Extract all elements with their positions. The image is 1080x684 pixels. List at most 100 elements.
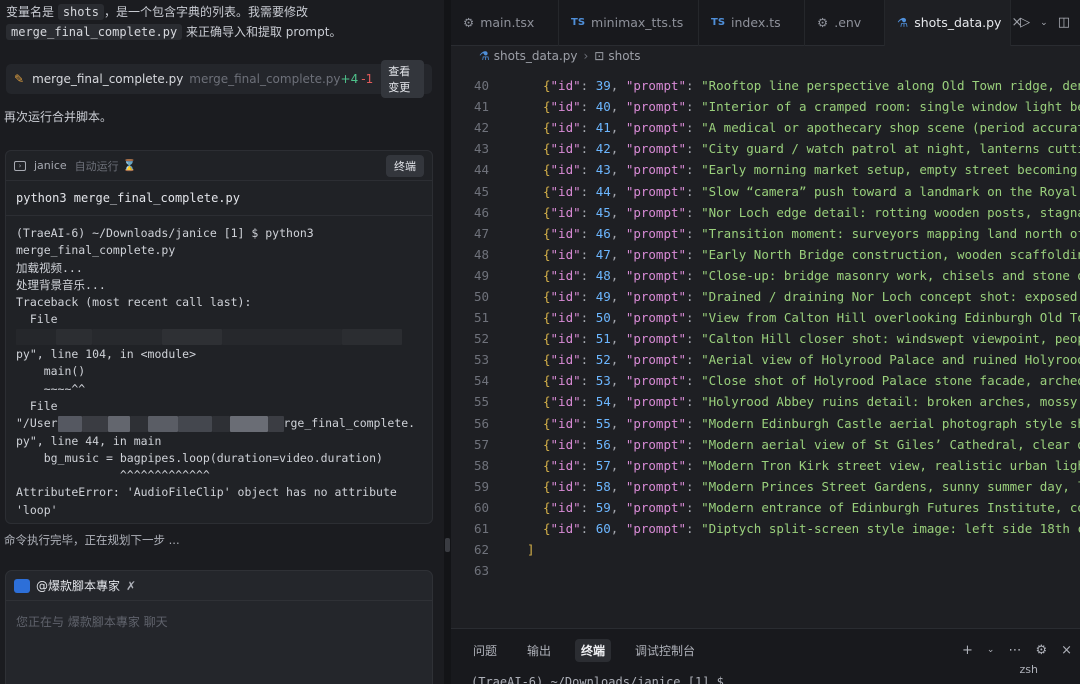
- more-icon[interactable]: ⋯: [1008, 643, 1021, 658]
- file-change-card[interactable]: ✎ merge_final_complete.py merge_final_co…: [6, 60, 432, 98]
- line-content: {"id": 52, "prompt": "Aerial view of Hol…: [543, 352, 1080, 367]
- code-line[interactable]: 61 {"id": 60, "prompt": "Diptych split-sc…: [451, 518, 1080, 539]
- chevron-down-icon[interactable]: ⌄: [1040, 18, 1048, 28]
- code-line[interactable]: 43 {"id": 42, "prompt": "City guard / wat…: [451, 138, 1080, 159]
- code-line[interactable]: 46 {"id": 45, "prompt": "Nor Loch edge de…: [451, 202, 1080, 223]
- line-content: {"id": 53, "prompt": "Close shot of Holy…: [543, 373, 1080, 388]
- key-id: "id": [550, 162, 581, 178]
- code-area[interactable]: 40 {"id": 39, "prompt": "Rooftop line per…: [451, 75, 1080, 575]
- key-id: "id": [550, 225, 581, 241]
- line-content: {"id": 57, "prompt": "Modern Tron Kirk s…: [543, 458, 1080, 473]
- line-number: 44: [473, 162, 489, 178]
- tab-shots-data[interactable]: ⚗ shots_data.py ×: [885, 0, 1022, 46]
- code-line[interactable]: 52 {"id": 51, "prompt": "Calton Hill clos…: [451, 328, 1080, 349]
- panel-actions: + ⌄ ⋯ ⚙ ×: [962, 629, 1072, 671]
- terminal-card-header: › janice 自动运行 ⌛ 终端: [6, 151, 432, 181]
- key-prompt: "prompt": [625, 162, 687, 178]
- prompt-value: "A medical or apothecary shop scene (per…: [701, 120, 1080, 136]
- open-terminal-button[interactable]: 终端: [386, 154, 424, 177]
- code-line[interactable]: 44 {"id": 43, "prompt": "Early morning ma…: [451, 159, 1080, 180]
- key-prompt: "prompt": [625, 352, 687, 368]
- line-number: 59: [473, 478, 489, 494]
- code-line[interactable]: 48 {"id": 47, "prompt": "Early North Brid…: [451, 244, 1080, 265]
- code-line[interactable]: 54 {"id": 53, "prompt": "Close shot of Ho…: [451, 370, 1080, 391]
- chat-composer[interactable]: @爆款腳本專家 ✗ 您正在与 爆款腳本專家 聊天: [5, 570, 433, 684]
- line-number: 61: [473, 521, 489, 537]
- line-content: {"id": 42, "prompt": "City guard / watch…: [543, 141, 1080, 156]
- chat-input[interactable]: 您正在与 爆款腳本專家 聊天: [6, 601, 432, 642]
- view-changes-button[interactable]: 查看变更: [381, 60, 424, 98]
- tools-icon[interactable]: ✗: [126, 579, 136, 593]
- chat-panel: 变量名是 shots ，是一个包含字典的列表。我需要修改 merge_final_…: [0, 0, 444, 684]
- code-line[interactable]: 51 {"id": 50, "prompt": "View from Calton…: [451, 307, 1080, 328]
- code-line[interactable]: 59 {"id": 58, "prompt": "Modern Princes S…: [451, 476, 1080, 497]
- key-prompt: "prompt": [625, 225, 687, 241]
- output-line: bg_music = bagpipes.loop(duration=video.…: [16, 450, 383, 465]
- agent-name[interactable]: @爆款腳本專家: [36, 577, 120, 594]
- code-line[interactable]: 62]: [451, 539, 1080, 560]
- ts-icon: TS: [571, 17, 586, 28]
- key-prompt: "prompt": [625, 246, 687, 262]
- code-line[interactable]: 53 {"id": 52, "prompt": "Aerial view of H…: [451, 349, 1080, 370]
- line-number: 41: [473, 99, 489, 115]
- breadcrumb-symbol[interactable]: shots: [608, 49, 640, 63]
- panel-splitter[interactable]: [444, 0, 451, 684]
- terminal-output: (TraeAI-6) ~/Downloads/janice [1] $ pyth…: [6, 216, 432, 523]
- splitter-grip[interactable]: [445, 538, 450, 552]
- code-line[interactable]: 40 {"id": 39, "prompt": "Rooftop line per…: [451, 75, 1080, 96]
- line-content: {"id": 45, "prompt": "Nor Loch edge deta…: [543, 205, 1080, 220]
- tab-env[interactable]: ⚙ .env: [805, 0, 885, 46]
- line-content: {"id": 49, "prompt": "Drained / draining…: [543, 288, 1078, 304]
- terminal-name: janice: [34, 159, 67, 172]
- id-value: 54: [595, 394, 611, 410]
- tab-output[interactable]: 输出: [521, 639, 557, 662]
- tab-problems[interactable]: 问题: [467, 639, 503, 662]
- code-line[interactable]: 42 {"id": 41, "prompt": "A medical or apo…: [451, 117, 1080, 138]
- line-number: 60: [473, 499, 489, 515]
- var-code: shots: [57, 4, 104, 20]
- line-content: {"id": 56, "prompt": "Modern aerial view…: [543, 437, 1080, 452]
- terminal-prompt[interactable]: (TraeAI-6) ~/Downloads/janice [1] $: [471, 675, 724, 684]
- run-icon[interactable]: ▷: [1020, 15, 1030, 30]
- id-value: 44: [595, 183, 611, 199]
- close-panel-icon[interactable]: ×: [1061, 643, 1072, 658]
- key-prompt: "prompt": [625, 204, 687, 220]
- tab-debug-console[interactable]: 调试控制台: [629, 639, 701, 662]
- agent-icon: [14, 578, 30, 593]
- tab-main-tsx[interactable]: ⚙ main.tsx: [451, 0, 559, 46]
- code-line[interactable]: 45 {"id": 44, "prompt": "Slow “camera” pu…: [451, 180, 1080, 201]
- id-value: 53: [595, 373, 611, 389]
- code-line[interactable]: 47 {"id": 46, "prompt": "Transition momen…: [451, 223, 1080, 244]
- tab-index-ts[interactable]: TS index.ts: [699, 0, 805, 46]
- code-line[interactable]: 56 {"id": 55, "prompt": "Modern Edinburgh…: [451, 413, 1080, 434]
- id-value: 48: [595, 267, 611, 283]
- code-line[interactable]: 58 {"id": 57, "prompt": "Modern Tron Kirk…: [451, 455, 1080, 476]
- assistant-message: 变量名是 shots ，是一个包含字典的列表。我需要修改 merge_final_…: [6, 2, 436, 42]
- line-content: ]: [527, 542, 535, 558]
- key-id: "id": [550, 373, 581, 389]
- tab-terminal[interactable]: 终端: [575, 638, 612, 662]
- key-prompt: "prompt": [625, 457, 687, 473]
- lines-removed: -1: [361, 72, 374, 86]
- add-terminal-icon[interactable]: +: [962, 643, 973, 658]
- prompt-value: "Modern Tron Kirk street view, realistic…: [701, 457, 1080, 473]
- code-line[interactable]: 57 {"id": 56, "prompt": "Modern aerial vi…: [451, 434, 1080, 455]
- chevron-right-icon: ›: [583, 49, 589, 63]
- code-line[interactable]: 55 {"id": 54, "prompt": "Holyrood Abbey r…: [451, 391, 1080, 412]
- key-prompt: "prompt": [625, 436, 687, 452]
- split-editor-icon[interactable]: ◫: [1058, 15, 1070, 30]
- code-line[interactable]: 41 {"id": 40, "prompt": "Interior of a cr…: [451, 96, 1080, 117]
- code-line[interactable]: 50 {"id": 49, "prompt": "Drained / draini…: [451, 286, 1080, 307]
- shell-label[interactable]: zsh: [1020, 663, 1038, 676]
- code-line[interactable]: 60 {"id": 59, "prompt": "Modern entrance …: [451, 497, 1080, 518]
- breadcrumb-file[interactable]: shots_data.py: [494, 49, 578, 63]
- code-line[interactable]: 49 {"id": 48, "prompt": "Close-up: bridge…: [451, 265, 1080, 286]
- chevron-down-icon[interactable]: ⌄: [987, 645, 995, 655]
- terminal-icon: ›: [14, 160, 26, 171]
- tab-minimax-tts[interactable]: TS minimax_tts.ts: [559, 0, 699, 46]
- id-value: 43: [595, 162, 611, 178]
- id-value: 49: [595, 288, 611, 304]
- settings-icon[interactable]: ⚙: [1035, 643, 1047, 658]
- auto-run-icon[interactable]: ⌛: [123, 159, 137, 172]
- code-line[interactable]: 63: [451, 560, 1080, 575]
